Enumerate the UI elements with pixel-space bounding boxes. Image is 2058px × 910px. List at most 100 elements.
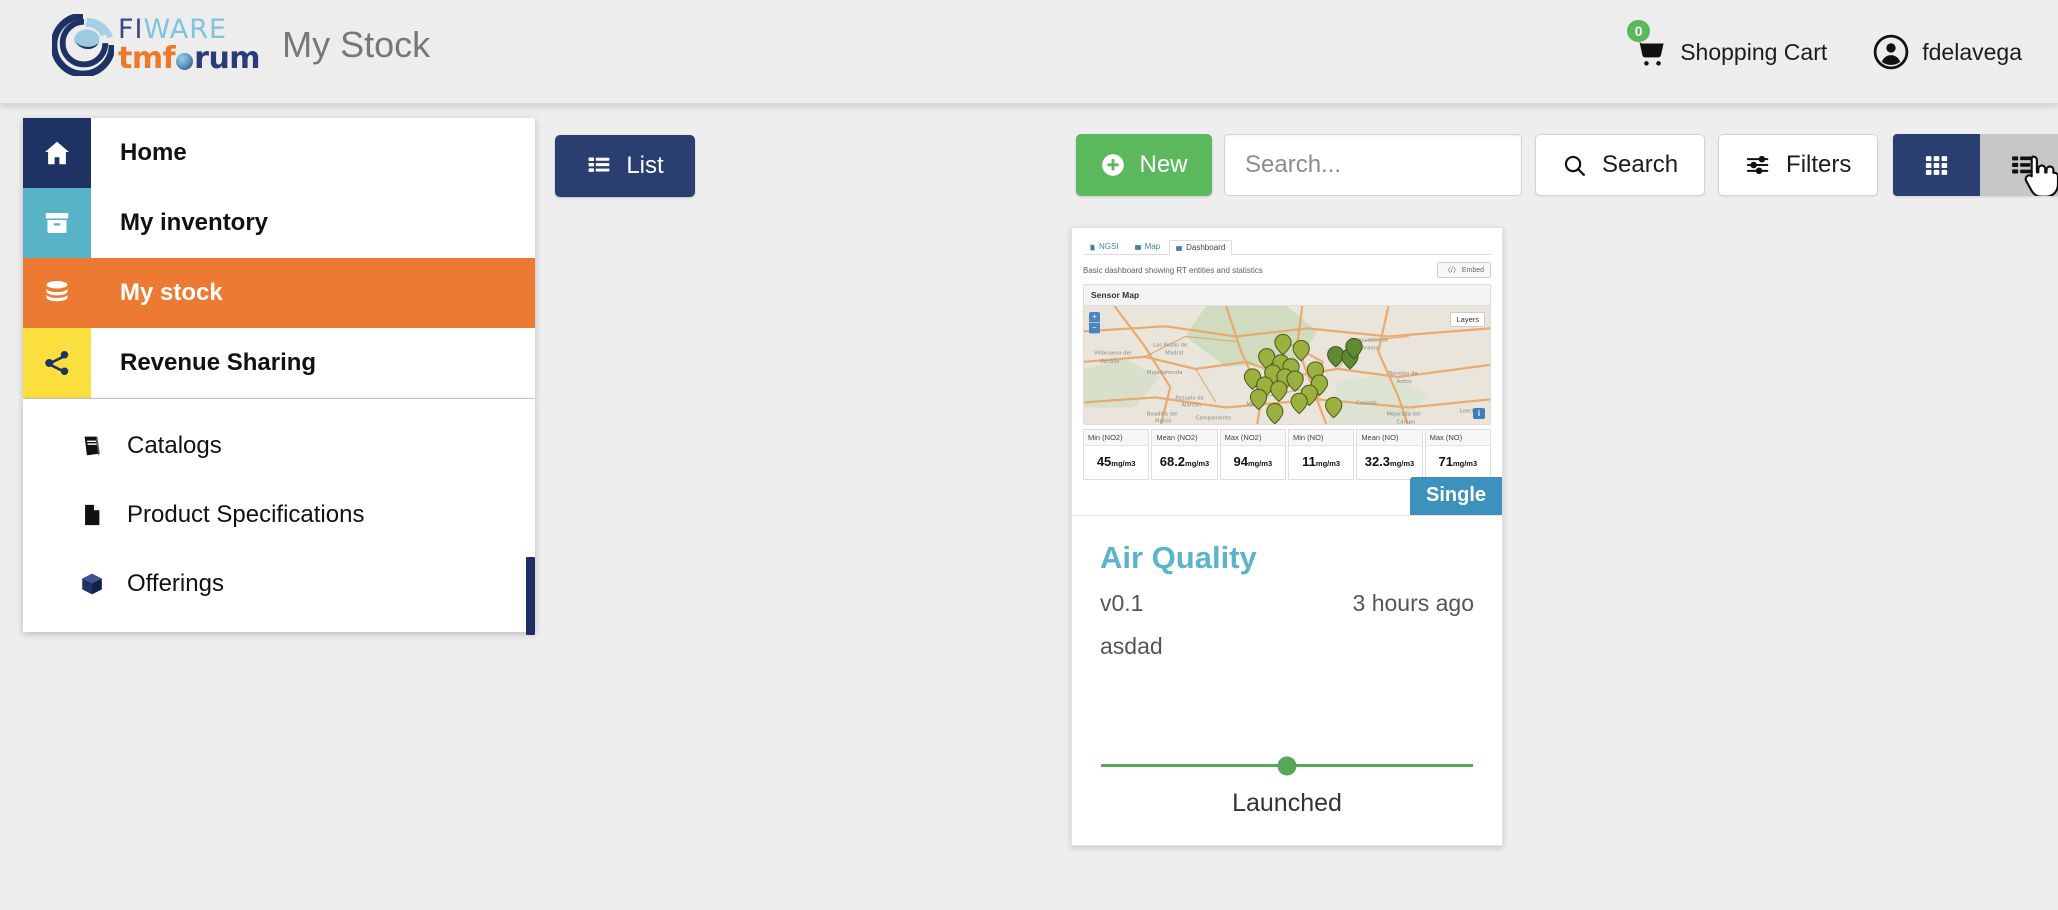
username-label: fdelavega [1922,38,2022,65]
stat-unit: mg/m3 [1111,459,1136,468]
archive-box-icon-tile [23,188,91,258]
svg-text:Ardoz: Ardoz [1397,379,1412,385]
list-icon [588,157,610,172]
detail-list-icon [2012,155,2036,173]
list-toggle-button[interactable]: List [555,135,695,197]
svg-text:Pozuelo de: Pozuelo de [1175,395,1203,401]
stat-value: 71mg/m3 [1426,446,1490,479]
svg-text:Coslada: Coslada [1356,400,1377,406]
sidebar-item-offerings[interactable]: Offerings [23,549,535,618]
stat-number: 68.2 [1159,454,1186,469]
search-button[interactable]: Search [1535,134,1706,196]
svg-text:Las Rozas de: Las Rozas de [1153,343,1187,349]
svg-text:Pardillo: Pardillo [1100,359,1119,365]
product-updated-time: 3 hours ago [1352,590,1474,616]
sidebar-item-my-inventory[interactable]: My inventory [23,188,535,258]
stat-number: 71 [1438,454,1453,469]
archive-box-icon [45,213,69,233]
status-label: Launched [1232,789,1342,817]
bundle-type-badge: Single [1409,477,1502,515]
sidebar-item-revenue-sharing[interactable]: Revenue Sharing [23,328,535,398]
map-info-button: i [1473,408,1485,419]
file-icon [1090,244,1095,250]
sidebar-item-my-stock[interactable]: My stock [23,258,535,328]
stat-value: 11mg/m3 [1289,446,1353,479]
svg-text:Alarcón: Alarcón [1181,401,1201,408]
new-button[interactable]: New [1076,134,1212,196]
brand-zone: FIWARE tmf rum My Stock [52,14,430,76]
stat-label: Mean (NO2) [1152,430,1217,446]
fiware-wordmark: FIWARE [118,14,228,45]
stat-cell: Max (NO) 71mg/m3 [1424,429,1491,480]
map-graphic: Villanueva del Pardillo Las Rozas de Madri… [1084,306,1490,424]
sliders-icon [1746,155,1769,175]
user-avatar-icon [1873,34,1909,70]
svg-text:Campo: Campo [1397,420,1416,424]
preview-tab-map-label: Map [1144,242,1161,251]
product-description: asdad [1100,633,1163,659]
search-icon [1564,155,1585,176]
preview-map: Villanueva del Pardillo Las Rozas de Madri… [1084,306,1490,424]
svg-text:Boadilla del: Boadilla del [1147,412,1178,418]
app-header: FIWARE tmfrum My Stock 0 Shopping Cart [0,0,2058,104]
cart-label: Shopping Cart [1680,38,1828,65]
shopping-cart-button[interactable]: 0 Shopping Cart [1627,20,1828,69]
product-title[interactable]: Air Quality [1100,540,1474,576]
stat-unit: mg/m3 [1185,459,1210,468]
cube-icon [82,573,102,594]
preview-tab-ngsi: NGSI [1083,239,1126,254]
stat-unit: mg/m3 [1315,459,1341,468]
stat-value: 94mg/m3 [1221,446,1285,479]
thumbnail-dashboard-preview: NGSI Map Dashboard Basic dashboard showi… [1072,228,1502,515]
preview-tab-dashboard-label: Dashboard [1186,243,1226,252]
sidebar-label-catalogs: Catalogs [127,431,222,459]
grid-view-button[interactable] [1893,134,1981,196]
database-icon [46,281,68,302]
image-icon [1134,244,1141,250]
sidebar-label-my-inventory: My inventory [120,209,269,236]
search-button-label: Search [1602,151,1679,178]
page-title: My Stock [282,24,431,65]
product-thumbnail[interactable]: NGSI Map Dashboard Basic dashboard showi… [1072,228,1502,516]
svg-text:Villanueva del: Villanueva del [1094,351,1131,357]
fiware-tmforum-logo[interactable]: FIWARE tmf rum [52,14,261,76]
preview-tab-dashboard: Dashboard [1169,240,1233,255]
plus-circle-icon [1102,154,1125,176]
stat-number: 45 [1096,454,1112,469]
svg-text:Mejorada del: Mejorada del [1386,412,1420,418]
book-icon [84,436,100,455]
stat-cell: Min (NO) 11mg/m3 [1287,429,1355,480]
stat-label: Max (NO) [1425,430,1490,446]
preview-tab-map: Map [1128,239,1168,254]
sidebar-item-product-specifications[interactable]: Product Specifications [23,480,535,549]
stat-label: Max (NO2) [1220,430,1285,446]
map-layers-button: Layers [1450,312,1485,327]
detail-list-view-button[interactable] [1980,134,2058,196]
sidebar-label-home: Home [120,139,187,166]
stat-number: 11 [1302,454,1316,469]
stat-cell: Max (NO2) 94mg/m3 [1219,429,1286,480]
stat-cell: Mean (NO2) 68.2mg/m3 [1151,429,1218,480]
product-card-body: Air Quality v0.1 3 hours ago asdad Launc… [1072,516,1502,846]
sidebar-label-revenue-sharing: Revenue Sharing [120,349,317,376]
fiware-swirl-icon [52,14,114,76]
product-card[interactable]: NGSI Map Dashboard Basic dashboard showi… [1071,227,1503,846]
preview-description: Basic dashboard showing RT entities and … [1083,265,1263,275]
sidebar-item-catalogs[interactable]: Catalogs [23,411,535,480]
svg-text:Campamento: Campamento [1196,416,1232,422]
sidebar-scroll-indicator[interactable] [526,557,535,635]
preview-embed-button: 〈/〉 Embed [1436,262,1491,278]
preview-sensor-panel: Sensor Map Villanueva del Pardillo Las R… [1083,284,1491,425]
cart-icon: 0 [1627,20,1667,69]
status-track [1101,756,1473,775]
document-icon [85,504,100,525]
header-actions: 0 Shopping Cart fdelavega [1627,0,2022,104]
user-menu-button[interactable]: fdelavega [1873,34,2022,70]
share-nodes-icon-tile [23,328,91,398]
search-input[interactable] [1224,134,1522,196]
view-mode-toggle [1893,134,2058,196]
home-icon [45,141,69,165]
filters-button[interactable]: Filters [1718,134,1879,196]
sidebar-item-home[interactable]: Home [23,118,535,188]
svg-text:Torrejón de: Torrejón de [1387,370,1417,377]
